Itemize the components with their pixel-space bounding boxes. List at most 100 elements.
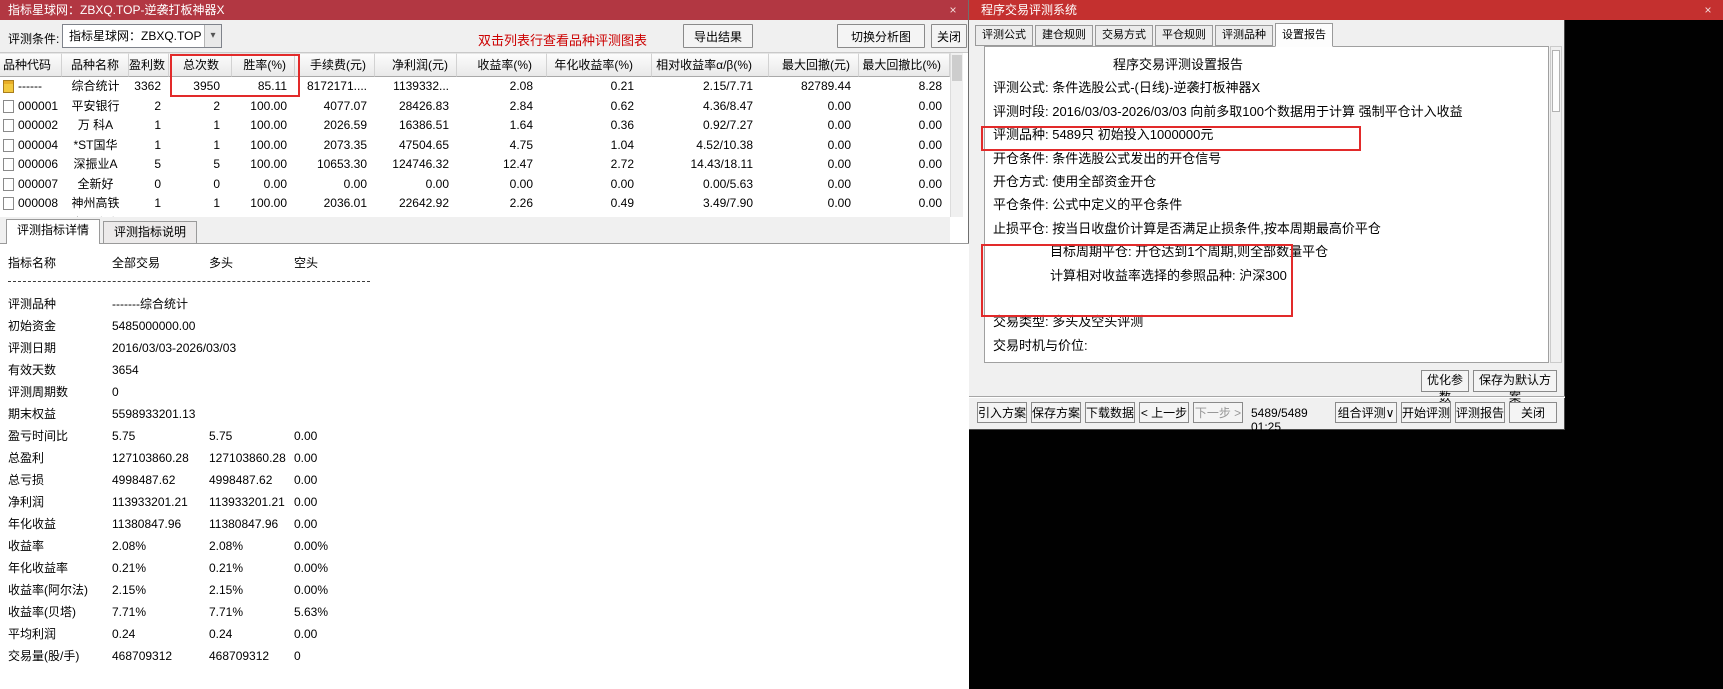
list-item: 初始资金 5485000000.00: [0, 315, 969, 337]
max-drawdown-ratio-cell: 0.00: [859, 97, 950, 117]
total-count-cell: 3950: [169, 77, 232, 97]
net-profit-cell: 1139332...: [375, 77, 457, 97]
metric-name: 盈亏时间比: [0, 425, 112, 447]
scrollbar-thumb[interactable]: [1552, 50, 1560, 112]
optimize-params-button[interactable]: 优化参数: [1421, 370, 1469, 392]
evaluation-report-button[interactable]: 评测报告: [1455, 402, 1505, 423]
table-row[interactable]: 000004 *ST国华 1 1 100.00 2073.35 47504.65…: [0, 136, 950, 156]
table-body: ------ 综合统计 3362 3950 85.11 8172171.... …: [0, 77, 950, 217]
save-as-default-button[interactable]: 保存为默认方案: [1473, 370, 1557, 392]
report-line: 止损平仓: 按当日收盘价计算是否满足止损条件,按本周期最高价平仓: [993, 217, 1548, 240]
annual-return-cell: 0.21: [547, 77, 652, 97]
metric-name: 总亏损: [0, 469, 112, 491]
report-spacer: [993, 287, 1548, 310]
report-line: 开仓方式: 使用全部资金开仓: [993, 170, 1548, 193]
details-header: 空头: [294, 252, 969, 274]
table-row[interactable]: 000007 全新好 0 0 0.00 0.00 0.00 0.00 0.00 …: [0, 175, 950, 195]
table-row[interactable]: ------ 综合统计 3362 3950 85.11 8172171.... …: [0, 77, 950, 97]
toolbar: 评测条件: 指标星球网：ZBXQ.TOP ▾ 双击列表行查看品种评测图表 导出结…: [0, 20, 968, 53]
right-window-title: 程序交易评测系统: [981, 3, 1077, 17]
tab-symbols[interactable]: 评测品种: [1215, 25, 1273, 46]
column-header[interactable]: 收益率(%): [457, 53, 547, 77]
column-header[interactable]: 最大回撤比(%): [859, 53, 950, 77]
metric-all: 5598933201.13: [112, 403, 209, 425]
table-row[interactable]: 000002 万 科A 1 1 100.00 2026.59 16386.51 …: [0, 116, 950, 136]
return-cell: 1.64: [457, 116, 547, 136]
column-header[interactable]: 相对收益率α/β(%): [652, 53, 769, 77]
close-icon[interactable]: ×: [945, 0, 961, 20]
combo-evaluation-button[interactable]: 组合评测∨: [1335, 402, 1397, 423]
metric-all: 0: [112, 381, 209, 403]
column-header[interactable]: 总次数: [169, 53, 232, 77]
column-header[interactable]: 年化收益率(%): [547, 53, 652, 77]
left-window-title: 指标星球网：ZBXQ.TOP-逆袭打板神器X: [8, 3, 224, 17]
metric-name: 平均利润: [0, 623, 112, 645]
win-rate-cell: 100.00: [232, 155, 295, 175]
tab-indicator-details[interactable]: 评测指标详情: [6, 219, 100, 244]
close-icon[interactable]: ×: [1700, 0, 1716, 20]
table-scrollbar[interactable]: [950, 53, 963, 217]
tab-indicator-notes[interactable]: 评测指标说明: [103, 221, 197, 243]
condition-combobox[interactable]: 指标星球网：ZBXQ.TOP ▾: [62, 24, 222, 48]
tab-open-rules[interactable]: 建仓规则: [1035, 25, 1093, 46]
metric-long: 468709312: [209, 645, 294, 667]
metric-long: 2.08%: [209, 535, 294, 557]
tab-close-rules[interactable]: 平仓规则: [1155, 25, 1213, 46]
max-drawdown-cell: 0.00: [769, 97, 859, 117]
alpha-beta-cell: 0.00/5.63: [652, 175, 769, 195]
export-results-button[interactable]: 导出结果: [683, 24, 753, 48]
max-drawdown-ratio-cell: 0.00: [859, 116, 950, 136]
metric-name: 初始资金: [0, 315, 112, 337]
download-data-button[interactable]: 下载数据: [1085, 402, 1135, 423]
switch-analysis-chart-button[interactable]: 切换分析图: [837, 24, 925, 48]
import-plan-button[interactable]: 引入方案: [977, 402, 1027, 423]
tab-settings-report[interactable]: 设置报告: [1275, 23, 1333, 47]
close-button[interactable]: 关闭: [931, 24, 967, 48]
max-drawdown-ratio-cell: 8.28: [859, 77, 950, 97]
column-header[interactable]: 最大回撤(元): [769, 53, 859, 77]
lower-tab-bar: 评测指标详情 评测指标说明: [0, 217, 950, 243]
tab-trade-mode[interactable]: 交易方式: [1095, 25, 1153, 46]
start-evaluation-button[interactable]: 开始评测: [1401, 402, 1451, 423]
table-row[interactable]: 000006 深振业A 5 5 100.00 10653.30 124746.3…: [0, 155, 950, 175]
symbol-code-cell: 000002: [0, 116, 62, 136]
metric-short: 0.00: [294, 447, 969, 469]
scrollbar-thumb[interactable]: [952, 55, 962, 81]
details-header: 指标名称: [0, 252, 112, 274]
column-header[interactable]: 净利润(元): [375, 53, 457, 77]
symbol-icon: [3, 139, 14, 152]
metric-name: 年化收益: [0, 513, 112, 535]
tab-formula[interactable]: 评测公式: [975, 25, 1033, 46]
symbol-name-cell: 万 科A: [62, 116, 129, 136]
table-row[interactable]: 000008 神州高铁 1 1 100.00 2036.01 22642.92 …: [0, 194, 950, 214]
max-drawdown-ratio-cell: 0.00: [859, 194, 950, 214]
max-drawdown-cell: 0.00: [769, 175, 859, 195]
report-scrollbar[interactable]: [1550, 46, 1562, 363]
win-rate-cell: 100.00: [232, 194, 295, 214]
details-header: 多头: [209, 252, 294, 274]
report-line: 交易时机与价位:: [993, 334, 1548, 357]
column-header[interactable]: 胜率(%): [232, 53, 295, 77]
fee-cell: 4077.07: [295, 97, 375, 117]
prev-step-button[interactable]: < 上一步: [1139, 402, 1189, 423]
column-header[interactable]: 品种名称: [62, 53, 129, 77]
right-window-titlebar: 程序交易评测系统 ×: [969, 0, 1723, 20]
column-header[interactable]: 手续费(元): [295, 53, 375, 77]
symbol-code-cell: ------: [0, 77, 62, 97]
indicator-details-panel: 指标名称 全部交易 多头 空头 评测品种 -------综合统计 初始: [0, 243, 969, 689]
annual-return-cell: 1.04: [547, 136, 652, 156]
save-plan-button[interactable]: 保存方案: [1031, 402, 1081, 423]
close-dialog-button[interactable]: 关闭: [1509, 402, 1557, 423]
settings-report-panel: 程序交易评测设置报告 评测公式: 条件选股公式-(日线)-逆袭打板神器X 评测时…: [984, 46, 1549, 363]
report-line: 评测品种: 5489只 初始投入1000000元: [993, 123, 1548, 146]
max-drawdown-cell: 0.00: [769, 155, 859, 175]
column-header[interactable]: 盈利数: [129, 53, 169, 77]
net-profit-cell: 47504.65: [375, 136, 457, 156]
list-item: 年化收益 11380847.96 11380847.96 0.00: [0, 513, 969, 535]
table-row[interactable]: 000001 平安银行 2 2 100.00 4077.07 28426.83 …: [0, 97, 950, 117]
column-header[interactable]: 品种代码: [0, 53, 62, 77]
metric-long: 0.21%: [209, 557, 294, 579]
chevron-down-icon[interactable]: ▾: [204, 25, 221, 47]
list-item: 盈亏时间比 5.75 5.75 0.00: [0, 425, 969, 447]
net-profit-cell: 0.00: [375, 175, 457, 195]
